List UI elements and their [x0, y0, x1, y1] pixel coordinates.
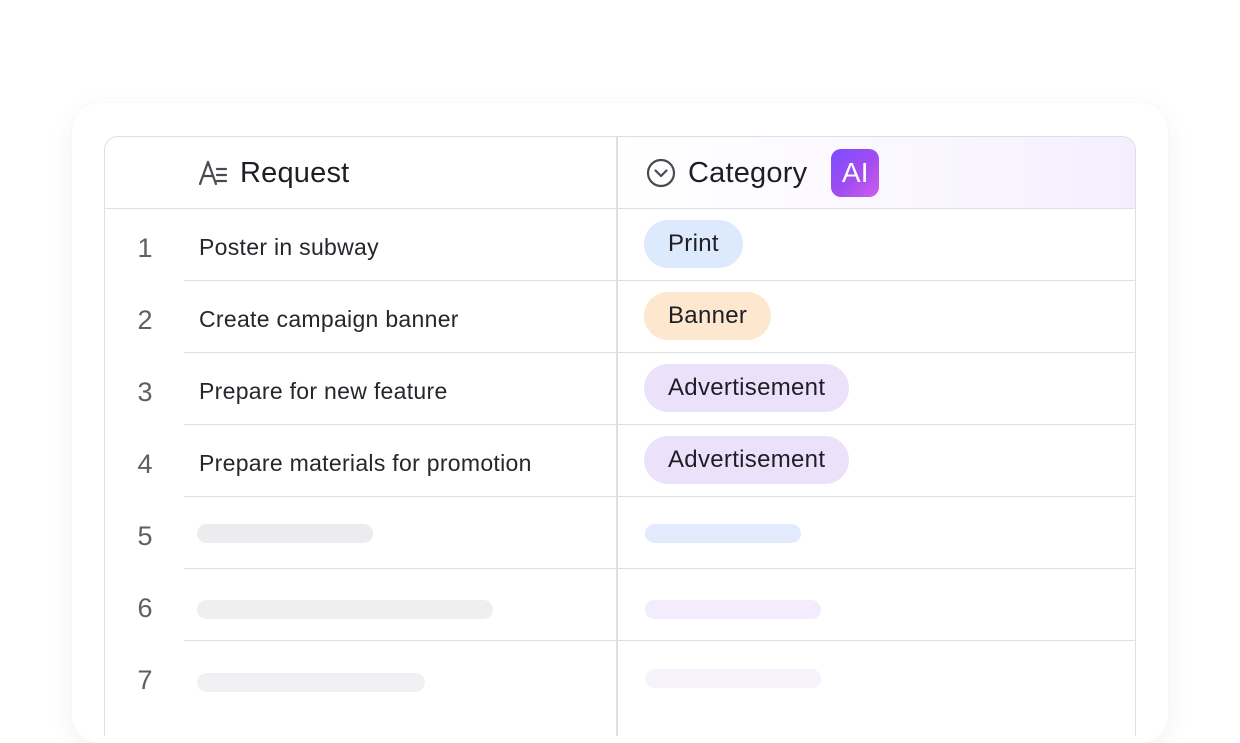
category-pill-advertisement[interactable]: Advertisement [644, 436, 850, 484]
row-number: 2 [137, 305, 153, 335]
table-row-placeholder: 6 [105, 569, 1135, 641]
category-skeleton [645, 524, 801, 543]
category-pill-advertisement[interactable]: Advertisement [644, 364, 850, 412]
table-row-placeholder: 7 [105, 641, 1135, 713]
column-header-request[interactable]: Request [198, 137, 349, 209]
row-number: 7 [137, 665, 153, 695]
data-table: Request Category AI 1 Poster in subway P… [104, 136, 1136, 736]
column-header-request-label: Request [240, 156, 350, 189]
ai-badge[interactable]: AI [831, 149, 880, 197]
table-row-placeholder: 5 [105, 497, 1135, 569]
chevron-circle-icon [646, 158, 676, 188]
category-pill-banner[interactable]: Banner [644, 292, 772, 340]
table-row[interactable]: 3 Prepare for new feature Advertisement [105, 353, 1135, 425]
table-row[interactable]: 4 Prepare materials for promotion Advert… [105, 425, 1135, 497]
row-number: 4 [137, 449, 153, 479]
category-pill-print[interactable]: Print [644, 220, 743, 268]
request-cell[interactable]: Prepare for new feature [199, 378, 448, 405]
row-number: 5 [137, 521, 153, 551]
request-skeleton [197, 673, 425, 692]
text-field-icon [198, 160, 228, 186]
request-skeleton [197, 600, 493, 619]
row-number: 1 [137, 233, 153, 263]
table-header: Request Category AI [105, 137, 1135, 209]
category-skeleton [645, 600, 821, 619]
category-skeleton [645, 669, 821, 688]
request-cell[interactable]: Poster in subway [199, 234, 379, 261]
table-row[interactable]: 1 Poster in subway Print [105, 209, 1135, 281]
request-cell[interactable]: Create campaign banner [199, 306, 459, 333]
row-number: 6 [137, 593, 153, 623]
column-header-category-label: Category [688, 156, 808, 189]
request-skeleton [197, 524, 373, 543]
request-cell[interactable]: Prepare materials for promotion [199, 450, 532, 477]
row-number: 3 [137, 377, 153, 407]
table-row[interactable]: 2 Create campaign banner Banner [105, 281, 1135, 353]
column-header-category[interactable]: Category AI [646, 137, 880, 209]
